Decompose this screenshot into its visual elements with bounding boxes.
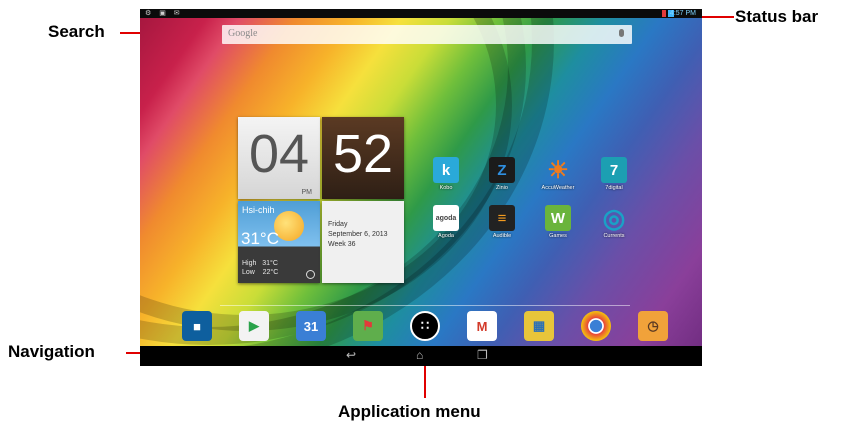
weather-temperature: 31°C bbox=[241, 229, 279, 248]
status-bar: ⚙ ▣ ✉ 4:57 PM bbox=[140, 9, 702, 18]
app-label: Agoda bbox=[438, 233, 454, 239]
date-full: September 6, 2013 bbox=[328, 231, 388, 238]
notification-icons: ⚙ ▣ ✉ bbox=[145, 10, 183, 17]
app-7digital[interactable]: 7 7digital bbox=[594, 157, 634, 191]
search-callout: Search bbox=[48, 22, 105, 41]
status-time: 4:57 PM bbox=[669, 10, 696, 17]
clock-ampm: PM bbox=[301, 189, 313, 196]
app-agoda[interactable]: agoda Agoda bbox=[426, 205, 466, 239]
app-accuweather[interactable]: ☀ AccuWeather bbox=[538, 156, 578, 192]
tablet-screen: ⚙ ▣ ✉ 4:57 PM Google 04 PM 52 Hsi-chih 3… bbox=[140, 9, 702, 366]
app-label: Audible bbox=[492, 233, 512, 239]
clock-hour-tile[interactable]: 04 PM bbox=[238, 117, 320, 199]
app-label: Games bbox=[549, 233, 567, 239]
app-audible[interactable]: ≡ Audible bbox=[482, 205, 522, 239]
app-label: 7digital bbox=[605, 185, 623, 191]
weather-high: High 31°C bbox=[242, 260, 278, 267]
chrome-icon[interactable]: ◉ bbox=[581, 311, 611, 341]
kobo-icon: k bbox=[433, 157, 459, 183]
navigation-bar: ↩ ⌂ ❐ bbox=[140, 346, 702, 366]
date-tile[interactable]: Friday September 6, 2013 Week 36 bbox=[322, 201, 404, 283]
battery-icon bbox=[662, 10, 666, 17]
google-search-bar[interactable]: Google bbox=[222, 25, 632, 44]
accuweather-icon: ☀ bbox=[547, 156, 569, 184]
clock-minute-tile[interactable]: 52 bbox=[322, 117, 404, 199]
maps-icon[interactable]: ⚑ bbox=[353, 311, 383, 341]
weather-low: Low 22°C bbox=[242, 269, 278, 276]
back-icon[interactable]: ↩ bbox=[346, 348, 356, 362]
app-label: Zinio bbox=[496, 185, 508, 191]
date-week: Week 36 bbox=[328, 241, 356, 248]
microphone-icon[interactable] bbox=[619, 29, 624, 37]
dolby-icon[interactable]: ■ bbox=[182, 311, 212, 341]
audible-icon: ≡ bbox=[489, 205, 515, 231]
app-label: AccuWeather bbox=[541, 185, 575, 191]
app-kobo[interactable]: k Kobo bbox=[426, 157, 466, 191]
weather-city: Hsi-chih bbox=[242, 205, 275, 215]
clock-minute: 52 bbox=[332, 124, 394, 184]
seven-digital-icon: 7 bbox=[601, 157, 627, 183]
low-value: 22°C bbox=[262, 269, 279, 276]
games-icon: W bbox=[545, 205, 571, 231]
app-currents[interactable]: ◎ Currents bbox=[594, 202, 634, 240]
weather-tile[interactable]: Hsi-chih 31°C High 31°C Low 22°C bbox=[238, 201, 320, 283]
app-drawer-icon[interactable]: ∷ bbox=[410, 311, 440, 341]
date-day: Friday bbox=[328, 221, 348, 228]
navigation-callout: Navigation bbox=[8, 342, 95, 361]
app-label: Currents bbox=[603, 233, 625, 239]
high-value: 31°C bbox=[262, 260, 278, 267]
gmail-icon[interactable]: M bbox=[467, 311, 497, 341]
app-zinio[interactable]: Z Zinio bbox=[482, 157, 522, 191]
currents-icon: ◎ bbox=[602, 202, 626, 233]
calendar-icon[interactable]: 31 bbox=[296, 311, 326, 341]
refresh-icon[interactable] bbox=[306, 270, 315, 279]
status-bar-callout: Status bar bbox=[735, 7, 819, 26]
clock-hour: 04 bbox=[248, 124, 310, 184]
app-grid-icon[interactable]: ▦ bbox=[524, 311, 554, 341]
agoda-icon: agoda bbox=[433, 205, 459, 231]
application-menu-callout: Application menu bbox=[338, 402, 481, 421]
dock-divider bbox=[220, 305, 630, 306]
zinio-icon: Z bbox=[489, 157, 515, 183]
clock-app-icon[interactable]: ◷ bbox=[638, 311, 668, 341]
play-store-icon[interactable]: ▶ bbox=[239, 311, 269, 341]
low-label: Low bbox=[242, 269, 255, 276]
home-icon[interactable]: ⌂ bbox=[416, 348, 423, 362]
recents-icon[interactable]: ❐ bbox=[477, 348, 488, 362]
high-label: High bbox=[242, 260, 257, 267]
search-placeholder: Google bbox=[228, 28, 258, 39]
app-games[interactable]: W Games bbox=[538, 205, 578, 239]
app-label: Kobo bbox=[439, 185, 453, 191]
